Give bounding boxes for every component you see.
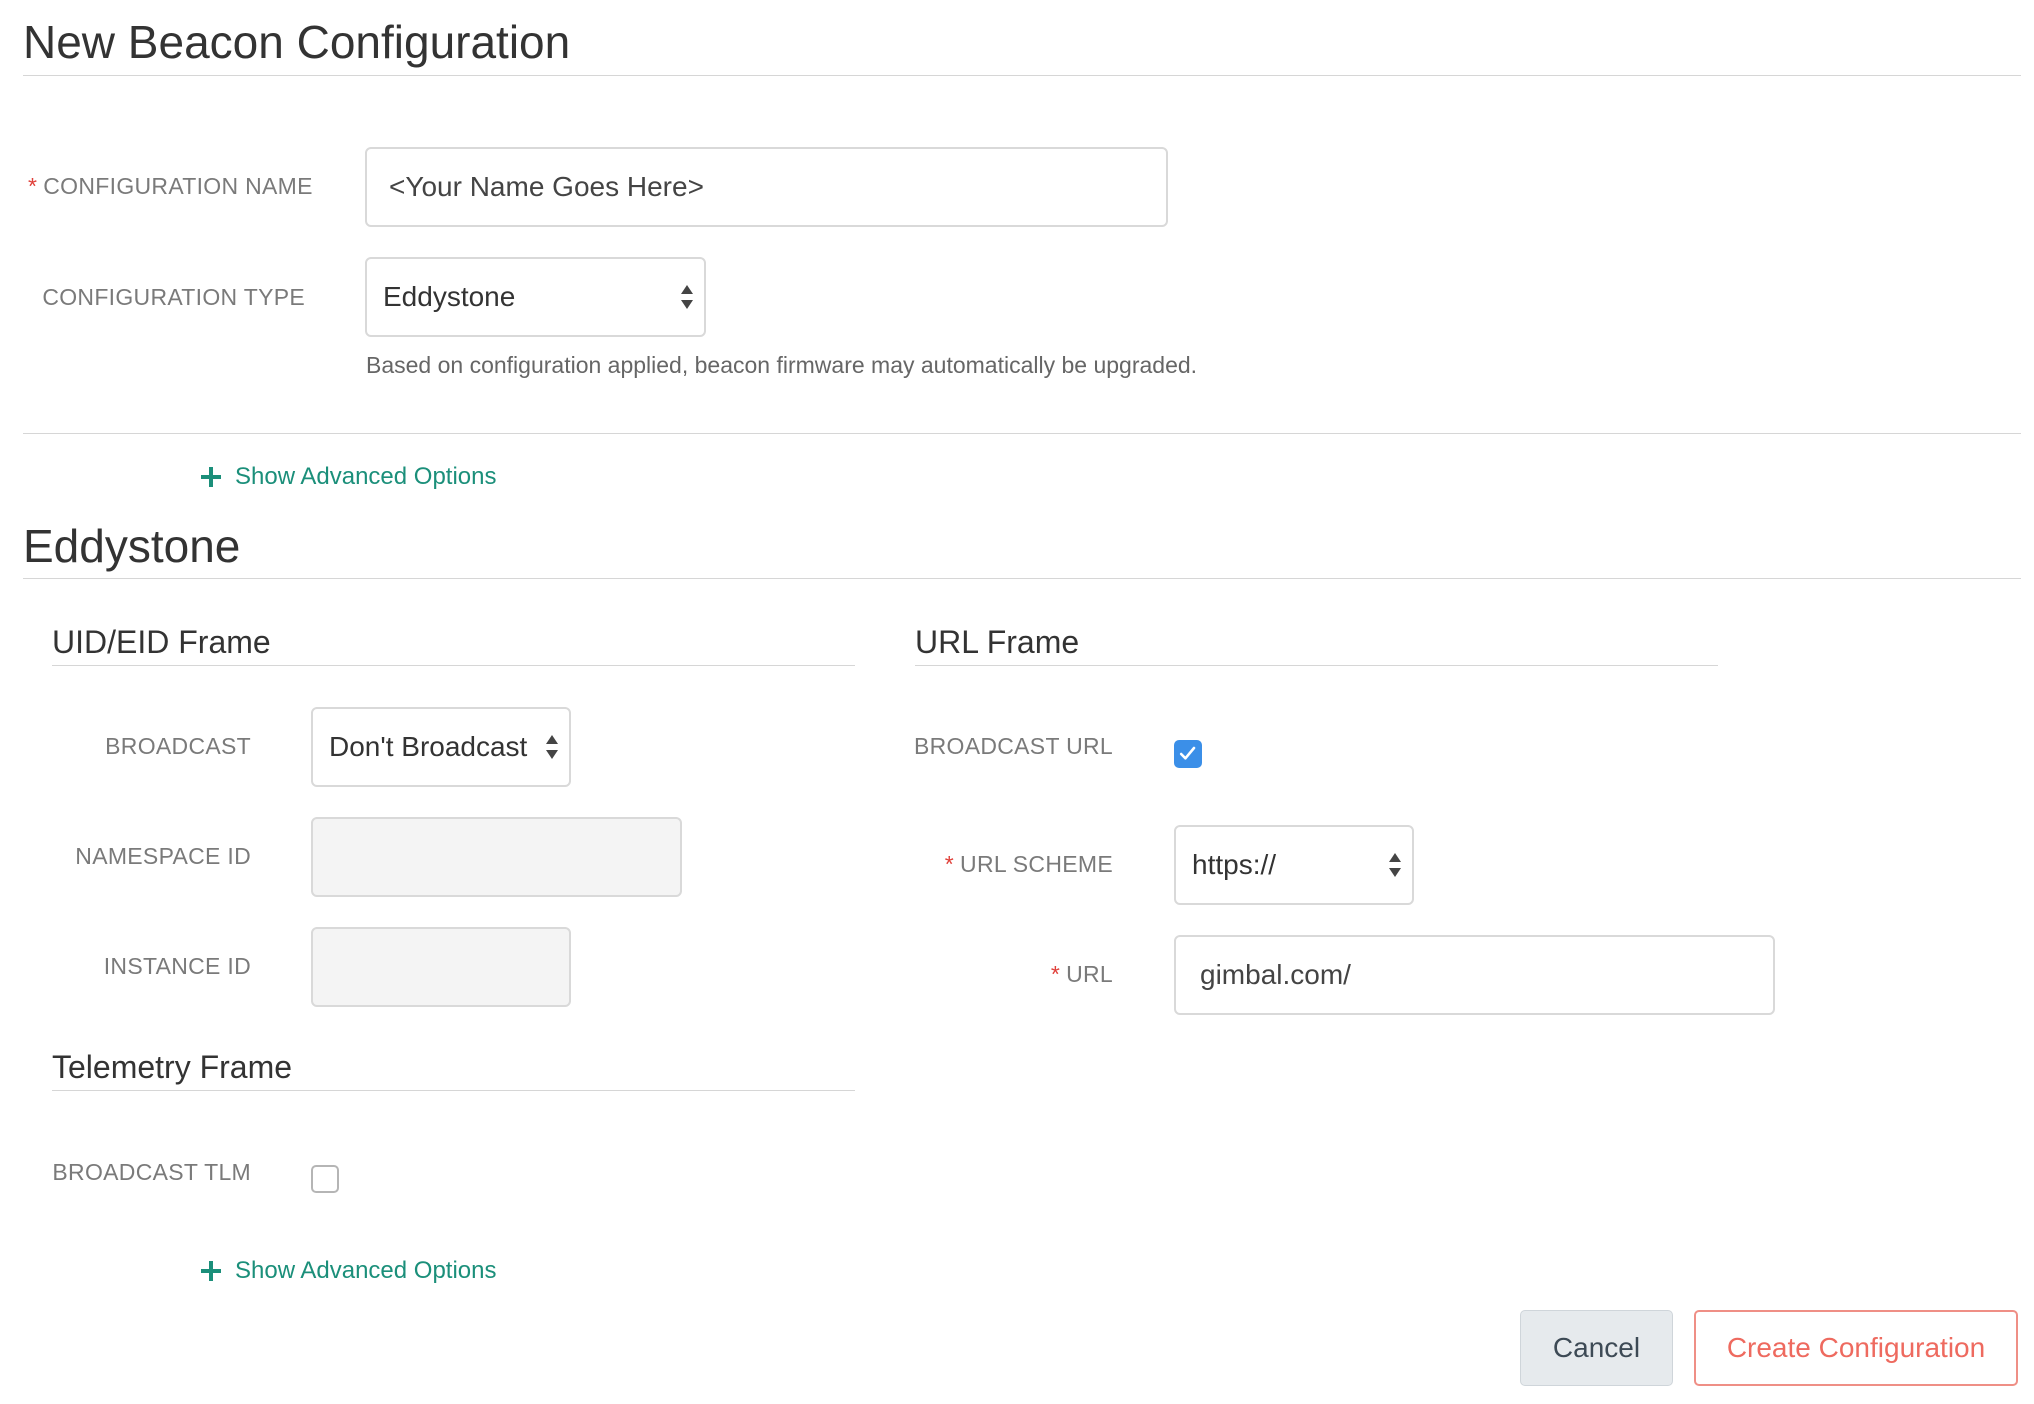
url-scheme-label: * URL SCHEME — [944, 851, 1113, 877]
configuration-name-input[interactable] — [365, 147, 1168, 227]
url-scheme-value: https:// — [1192, 849, 1277, 880]
section-title-eddystone: Eddystone — [23, 520, 241, 572]
plus-icon — [201, 467, 221, 487]
broadcast-tlm-label: BROADCAST TLM — [52, 1159, 251, 1185]
show-advanced-options-link[interactable]: Show Advanced Options — [201, 1256, 497, 1286]
sort-arrows-icon — [546, 735, 558, 759]
checkmark-icon — [1179, 746, 1196, 760]
required-marker: * — [944, 851, 955, 877]
broadcast-url-checkbox[interactable] — [1174, 740, 1202, 768]
instance-id-label: INSTANCE ID — [103, 953, 251, 979]
uid-eid-frame-title: UID/EID Frame — [52, 624, 271, 660]
broadcast-value: Don't Broadcast — [329, 731, 528, 762]
url-frame-title: URL Frame — [915, 624, 1080, 660]
eddystone-divider — [23, 578, 2021, 579]
telemetry-frame-divider — [52, 1090, 855, 1091]
instance-id-input[interactable] — [311, 927, 571, 1007]
configuration-type-value: Eddystone — [383, 281, 516, 312]
url-input[interactable] — [1174, 935, 1775, 1015]
configuration-name-label: * CONFIGURATION NAME — [28, 173, 313, 199]
url-label: * URL — [1050, 961, 1113, 987]
firmware-hint: Based on configuration applied, beacon f… — [366, 352, 1198, 378]
create-configuration-button[interactable]: Create Configuration — [1694, 1310, 2018, 1386]
cancel-button[interactable]: Cancel — [1520, 1310, 1673, 1386]
plus-icon — [201, 1261, 221, 1281]
create-configuration-label: Create Configuration — [1726, 1332, 1986, 1363]
header-divider — [23, 75, 2021, 76]
show-advanced-options-label: Show Advanced Options — [235, 1257, 497, 1284]
page-title: New Beacon Configuration — [23, 16, 571, 68]
show-advanced-options-link[interactable]: Show Advanced Options — [201, 462, 497, 492]
configuration-type-label: CONFIGURATION TYPE — [42, 284, 305, 310]
show-advanced-options-label: Show Advanced Options — [235, 463, 497, 490]
telemetry-frame-title: Telemetry Frame — [52, 1049, 293, 1085]
section-divider — [23, 433, 2021, 434]
uid-eid-frame-divider — [52, 665, 855, 666]
broadcast-url-label: BROADCAST URL — [913, 733, 1113, 759]
url-scheme-select[interactable]: https:// — [1174, 825, 1414, 905]
broadcast-label: BROADCAST — [105, 733, 251, 759]
broadcast-tlm-checkbox[interactable] — [311, 1165, 339, 1193]
cancel-label: Cancel — [1552, 1332, 1641, 1363]
namespace-id-input[interactable] — [311, 817, 682, 897]
sort-arrows-icon — [681, 285, 693, 309]
namespace-id-label: NAMESPACE ID — [75, 843, 251, 869]
required-marker: * — [1050, 961, 1061, 987]
required-marker: * — [28, 173, 38, 199]
sort-arrows-icon — [1389, 853, 1401, 877]
url-frame-divider — [915, 665, 1718, 666]
broadcast-select[interactable]: Don't Broadcast — [311, 707, 571, 787]
configuration-type-select[interactable]: Eddystone — [365, 257, 706, 337]
